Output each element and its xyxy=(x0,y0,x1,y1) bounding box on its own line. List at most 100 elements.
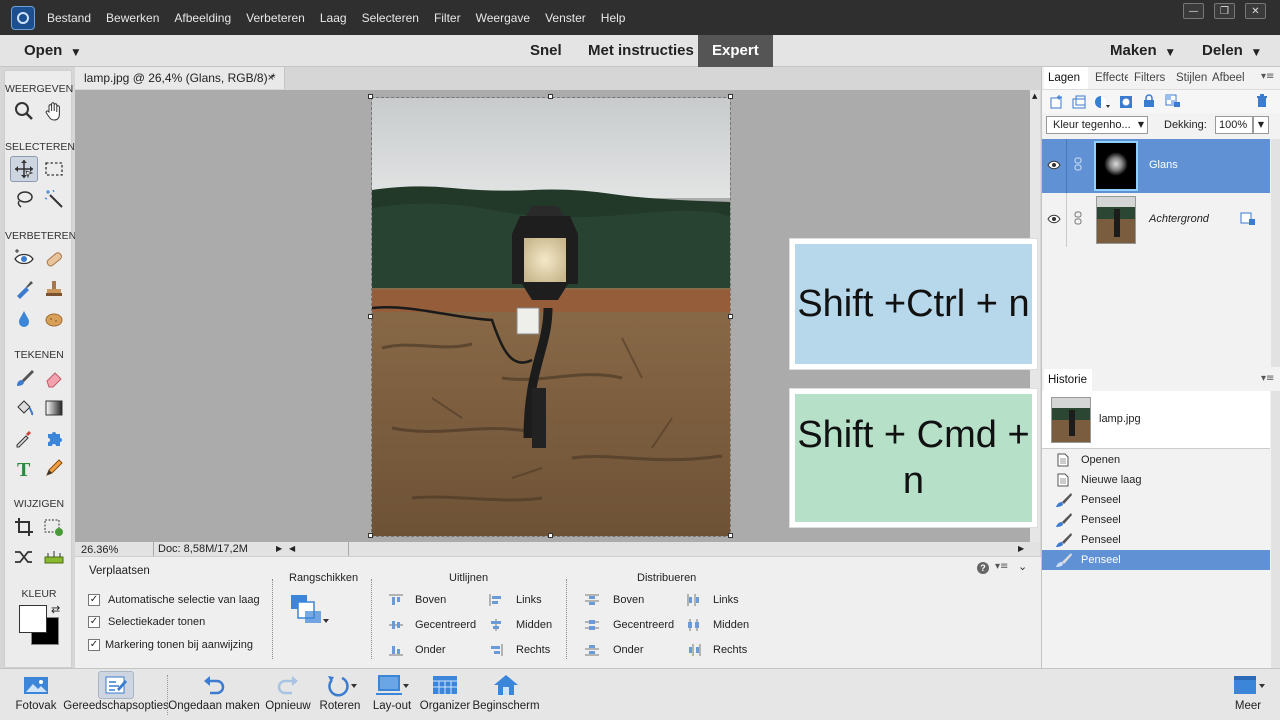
transform-handle[interactable] xyxy=(368,94,373,99)
distribute-center-label[interactable]: Gecentreerd xyxy=(613,619,674,631)
history-snapshot[interactable]: lamp.jpg xyxy=(1042,391,1270,449)
mode-snel[interactable]: Snel xyxy=(530,35,562,67)
menu-afbeelding[interactable]: Afbeelding xyxy=(174,11,231,25)
magic-wand-tool[interactable] xyxy=(40,186,68,212)
align-right-icon[interactable] xyxy=(489,644,503,656)
adjustment-layer-icon[interactable] xyxy=(1094,95,1110,109)
hand-tool[interactable] xyxy=(40,98,68,124)
transform-handle[interactable] xyxy=(728,94,733,99)
open-button[interactable]: Open ▼ xyxy=(24,35,79,67)
align-left-icon[interactable] xyxy=(489,594,503,606)
gradient-tool[interactable] xyxy=(40,395,68,421)
transform-handle[interactable] xyxy=(368,314,373,319)
transform-handle[interactable] xyxy=(728,533,733,538)
rectangular-marquee-tool[interactable] xyxy=(40,156,68,182)
redo-button[interactable]: Opnieuw xyxy=(265,673,311,719)
align-center-icon[interactable] xyxy=(389,619,403,631)
new-group-icon[interactable] xyxy=(1072,95,1086,109)
opacity-input[interactable]: 100% xyxy=(1215,116,1253,134)
transform-handle[interactable] xyxy=(728,314,733,319)
eraser-tool[interactable] xyxy=(40,365,68,391)
maken-button[interactable]: Maken ▼ xyxy=(1110,35,1174,67)
photo-canvas[interactable] xyxy=(371,97,731,537)
beginscherm-button[interactable]: Beginscherm xyxy=(472,673,540,719)
layer-row-glans[interactable]: Glans xyxy=(1042,139,1270,193)
align-right-label[interactable]: Rechts xyxy=(516,644,550,656)
document-tab[interactable]: lamp.jpg @ 26,4% (Glans, RGB/8) * × xyxy=(75,67,285,89)
tab-historie[interactable]: Historie xyxy=(1044,369,1092,391)
align-top-icon[interactable] xyxy=(389,594,403,606)
distribute-top-icon[interactable] xyxy=(585,594,599,606)
smart-brush-tool[interactable] xyxy=(10,276,38,302)
layout-button[interactable]: Lay-out xyxy=(370,673,414,719)
meer-button[interactable]: Meer xyxy=(1226,673,1270,719)
new-layer-icon[interactable] xyxy=(1050,95,1064,109)
undo-button[interactable]: Ongedaan maken xyxy=(168,673,260,719)
maximize-button[interactable]: ❐ xyxy=(1214,3,1235,19)
menu-verbeteren[interactable]: Verbeteren xyxy=(246,11,305,25)
menu-bewerken[interactable]: Bewerken xyxy=(106,11,159,25)
panel-menu-icon[interactable]: ▾≡ xyxy=(1261,373,1274,384)
mode-expert[interactable]: Expert xyxy=(698,35,773,67)
transform-handle[interactable] xyxy=(368,533,373,538)
align-left-label[interactable]: Links xyxy=(516,594,542,606)
menu-selecteren[interactable]: Selecteren xyxy=(362,11,419,25)
menu-laag[interactable]: Laag xyxy=(320,11,347,25)
link-icon[interactable] xyxy=(1074,157,1082,171)
spot-healing-tool[interactable] xyxy=(40,246,68,272)
tab-filters[interactable]: Filters xyxy=(1130,67,1171,89)
opacity-dropdown-icon[interactable]: ▼ xyxy=(1253,116,1269,134)
mode-met-instructies[interactable]: Met instructies xyxy=(588,35,694,67)
clone-stamp-tool[interactable] xyxy=(40,276,68,302)
blend-mode-select[interactable]: Kleur tegenho... ▼ xyxy=(1046,116,1148,134)
status-menu-arrow-icon[interactable]: ▶ xyxy=(276,542,282,556)
close-document-icon[interactable]: × xyxy=(268,67,274,89)
distribute-bottom-label[interactable]: Onder xyxy=(613,644,644,656)
collapse-chevron-icon[interactable]: ⌄ xyxy=(1018,560,1027,573)
link-icon[interactable] xyxy=(1074,211,1082,225)
show-highlight-checkbox[interactable]: ✓ xyxy=(88,639,100,651)
organizer-button[interactable]: Organizer xyxy=(420,673,470,719)
show-bounding-box-checkbox[interactable]: ✓ xyxy=(88,616,100,628)
layer-mask-icon[interactable] xyxy=(1119,95,1133,109)
align-middle-label[interactable]: Midden xyxy=(516,619,552,631)
history-item-penseel[interactable]: Penseel xyxy=(1042,490,1270,510)
lasso-tool[interactable] xyxy=(10,186,38,212)
move-tool[interactable] xyxy=(10,156,38,182)
app-icon[interactable] xyxy=(11,5,35,30)
history-item-penseel[interactable]: Penseel xyxy=(1042,510,1270,530)
distribute-right-label[interactable]: Rechts xyxy=(713,644,747,656)
blur-tool[interactable] xyxy=(10,306,38,332)
history-item-openen[interactable]: Openen xyxy=(1042,450,1270,470)
delete-layer-icon[interactable] xyxy=(1255,94,1269,108)
menu-bestand[interactable]: Bestand xyxy=(47,11,91,25)
distribute-left-label[interactable]: Links xyxy=(713,594,739,606)
menu-venster[interactable]: Venster xyxy=(545,11,586,25)
minimize-button[interactable]: — xyxy=(1183,3,1204,19)
eyedropper-tool[interactable] xyxy=(10,425,38,451)
crop-tool[interactable] xyxy=(10,514,38,540)
auto-select-layer-checkbox[interactable]: ✓ xyxy=(88,594,100,606)
brush-tool[interactable] xyxy=(10,365,38,391)
scroll-left-icon[interactable]: ◀ xyxy=(289,542,295,556)
scroll-up-icon[interactable]: ▲ xyxy=(1032,92,1037,100)
paint-bucket-tool[interactable] xyxy=(10,395,38,421)
align-center-label[interactable]: Gecentreerd xyxy=(415,619,476,631)
lock-all-icon[interactable] xyxy=(1142,94,1156,108)
panel-menu-icon[interactable]: ▾≡ xyxy=(1261,71,1274,82)
transform-handle[interactable] xyxy=(548,533,553,538)
menu-weergave[interactable]: Weergave xyxy=(476,11,530,25)
options-menu-icon[interactable]: ▾≡ xyxy=(995,561,1008,572)
distribute-middle-label[interactable]: Midden xyxy=(713,619,749,631)
layers-scrollbar[interactable] xyxy=(1271,139,1280,367)
tab-stijlen[interactable]: Stijlen xyxy=(1172,67,1208,89)
distribute-top-label[interactable]: Boven xyxy=(613,594,644,606)
distribute-middle-icon[interactable] xyxy=(687,619,701,631)
distribute-bottom-icon[interactable] xyxy=(585,644,599,656)
foreground-color-swatch[interactable] xyxy=(19,605,47,633)
distribute-left-icon[interactable] xyxy=(687,594,701,606)
align-middle-icon[interactable] xyxy=(489,619,503,631)
sponge-tool[interactable] xyxy=(40,306,68,332)
align-top-label[interactable]: Boven xyxy=(415,594,446,606)
history-item-penseel-selected[interactable]: Penseel xyxy=(1042,550,1270,570)
